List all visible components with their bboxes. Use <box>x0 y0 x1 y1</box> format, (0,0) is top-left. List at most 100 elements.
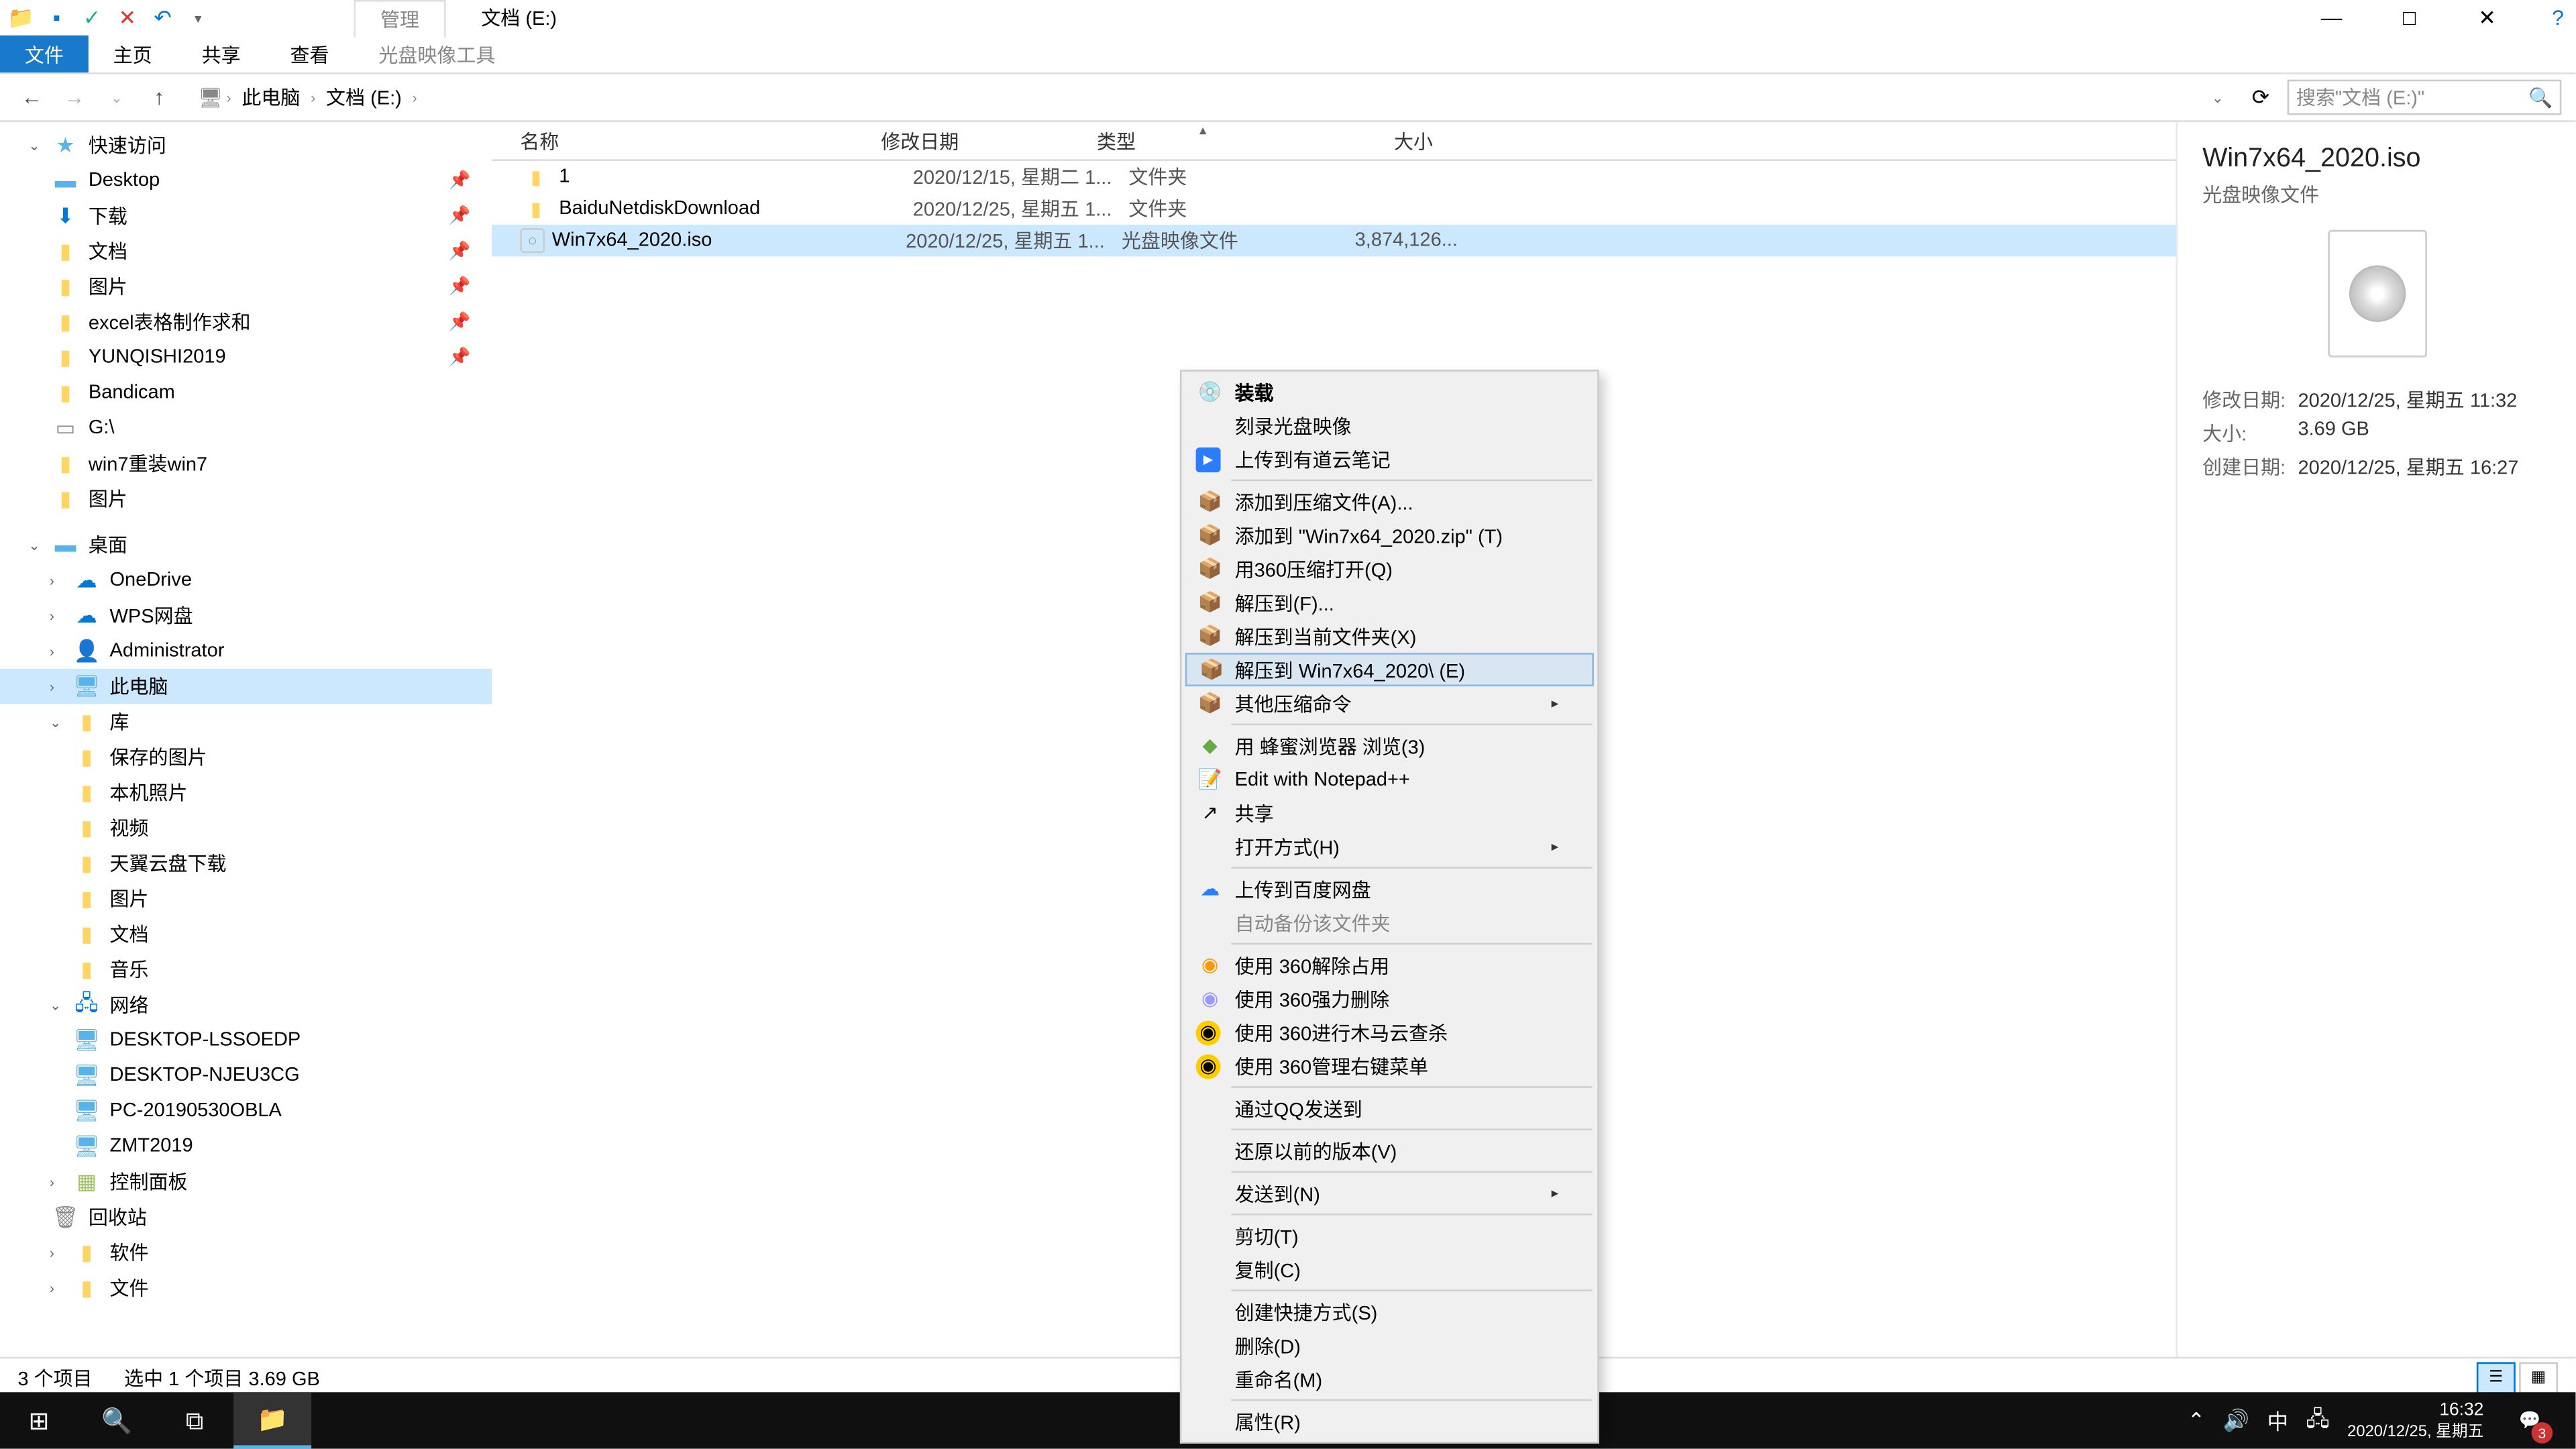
nav-pictures2[interactable]: ▮图片 <box>0 481 492 517</box>
ctx-360-delete[interactable]: ◉使用 360强力删除 <box>1185 982 1594 1016</box>
clock[interactable]: 16:32 2020/12/25, 星期五 <box>2347 1400 2483 1440</box>
search-icon[interactable]: 🔍 <box>2528 86 2553 109</box>
column-type[interactable]: 类型 <box>1097 127 1291 155</box>
column-name[interactable]: 名称 <box>492 127 881 155</box>
address-dropdown-icon[interactable]: ⌄ <box>2201 89 2234 105</box>
ctx-restore-prev[interactable]: 还原以前的版本(V) <box>1185 1134 1594 1167</box>
help-button[interactable]: ? <box>2540 0 2576 36</box>
ctx-youdao[interactable]: ▸上传到有道云笔记 <box>1185 442 1594 476</box>
nav-yunqishi[interactable]: ▮YUNQISHI2019📌 <box>0 339 492 375</box>
file-row-selected[interactable]: ○ Win7x64_2020.iso 2020/12/25, 星期五 1... … <box>492 225 2176 256</box>
nav-library[interactable]: ⌄▮库 <box>0 704 492 740</box>
file-row[interactable]: ▮ BaiduNetdiskDownload 2020/12/25, 星期五 1… <box>492 193 2176 224</box>
explorer-taskbar-button[interactable]: 📁 <box>233 1392 311 1448</box>
ctx-properties[interactable]: 属性(R) <box>1185 1405 1594 1438</box>
tab-view[interactable]: 查看 <box>266 36 354 72</box>
nav-desktop-group[interactable]: ⌄▬桌面 <box>0 527 492 563</box>
ctx-burn[interactable]: 刻录光盘映像 <box>1185 409 1594 442</box>
thumbnail-view-button[interactable]: ▦ <box>2519 1361 2558 1393</box>
breadcrumb-location[interactable]: 文档 (E:) <box>319 80 409 115</box>
close-button[interactable]: ✕ <box>2449 0 2526 36</box>
details-view-button[interactable]: ☰ <box>2477 1361 2516 1393</box>
maximize-button[interactable]: □ <box>2371 0 2449 36</box>
ctx-create-shortcut[interactable]: 创建快捷方式(S) <box>1185 1295 1594 1328</box>
network-icon[interactable]: 🖧 <box>2306 1402 2329 1439</box>
ctx-add-zip[interactable]: 📦添加到 "Win7x64_2020.zip" (T) <box>1185 519 1594 552</box>
tab-share[interactable]: 共享 <box>177 36 266 72</box>
tray-overflow-icon[interactable]: ⌃ <box>2188 1408 2206 1433</box>
nav-pc1[interactable]: 🖥DESKTOP-LSSOEDP <box>0 1022 492 1058</box>
nav-quick-access[interactable]: ⌄★快速访问 <box>0 127 492 163</box>
tab-file[interactable]: 文件 <box>0 36 89 72</box>
ctx-cut[interactable]: 剪切(T) <box>1185 1219 1594 1252</box>
ctx-notepad[interactable]: 📝Edit with Notepad++ <box>1185 763 1594 796</box>
back-button[interactable]: ← <box>14 80 50 115</box>
breadcrumb-pc[interactable]: 此电脑 <box>235 80 307 115</box>
nav-network[interactable]: ⌄🖧网络 <box>0 987 492 1022</box>
ctx-open-with[interactable]: 打开方式(H)▸ <box>1185 830 1594 863</box>
column-size[interactable]: 大小 <box>1291 127 1433 155</box>
nav-saved-pics[interactable]: ▮保存的图片 <box>0 739 492 775</box>
ctx-open-360zip[interactable]: 📦用360压缩打开(Q) <box>1185 552 1594 586</box>
nav-onedrive[interactable]: ›☁OneDrive <box>0 563 492 598</box>
nav-recycle[interactable]: 🗑回收站 <box>0 1199 492 1235</box>
nav-pictures3[interactable]: ▮图片 <box>0 881 492 916</box>
action-center-button[interactable]: 💬 3 <box>2502 1392 2558 1448</box>
nav-pictures[interactable]: ▮图片📌 <box>0 269 492 305</box>
search-input[interactable]: 搜索"文档 (E:)" 🔍 <box>2288 80 2562 115</box>
nav-pc3[interactable]: 🖥PC-20190530OBLA <box>0 1093 492 1129</box>
check-icon[interactable]: ✓ <box>78 3 106 32</box>
nav-win7reinstall[interactable]: ▮win7重装win7 <box>0 446 492 482</box>
undo-icon[interactable]: ↶ <box>149 3 177 32</box>
nav-downloads[interactable]: ⬇下载📌 <box>0 198 492 233</box>
ctx-rename[interactable]: 重命名(M) <box>1185 1362 1594 1395</box>
dropdown-icon[interactable]: ▾ <box>184 3 212 32</box>
ctx-mount[interactable]: 💿装载 <box>1185 375 1594 409</box>
refresh-button[interactable]: ⟳ <box>2241 85 2280 110</box>
breadcrumb[interactable]: 🖥 › 此电脑 › 文档 (E:) › <box>184 80 2194 115</box>
nav-bandicam[interactable]: ▮Bandicam <box>0 375 492 411</box>
nav-g-drive[interactable]: ▭G:\ <box>0 411 492 446</box>
task-view-button[interactable]: ⧉ <box>156 1392 233 1448</box>
tab-disc-tools[interactable]: 光盘映像工具 <box>354 36 520 72</box>
nav-local-pics[interactable]: ▮本机照片 <box>0 775 492 810</box>
tab-home[interactable]: 主页 <box>89 36 177 72</box>
ctx-qq-send[interactable]: 通过QQ发送到 <box>1185 1091 1594 1125</box>
ctx-360-trojan[interactable]: ◉使用 360进行木马云查杀 <box>1185 1016 1594 1049</box>
nav-software[interactable]: ›▮软件 <box>0 1235 492 1271</box>
ctx-extract-here[interactable]: 📦解压到当前文件夹(X) <box>1185 619 1594 653</box>
nav-documents2[interactable]: ▮文档 <box>0 916 492 952</box>
nav-pc2[interactable]: 🖥DESKTOP-NJEU3CG <box>0 1058 492 1093</box>
ctx-extract-to[interactable]: 📦解压到(F)... <box>1185 586 1594 619</box>
ctx-360-menu[interactable]: ◉使用 360管理右键菜单 <box>1185 1049 1594 1083</box>
nav-control-panel[interactable]: ›▦控制面板 <box>0 1164 492 1199</box>
ctx-share[interactable]: ↗共享 <box>1185 796 1594 830</box>
nav-admin[interactable]: ›👤Administrator <box>0 633 492 669</box>
up-button[interactable]: ↑ <box>142 80 177 115</box>
ctx-send-to[interactable]: 发送到(N)▸ <box>1185 1177 1594 1210</box>
forward-button[interactable]: → <box>56 80 92 115</box>
ctx-other-compress[interactable]: 📦其他压缩命令▸ <box>1185 686 1594 720</box>
nav-music[interactable]: ▮音乐 <box>0 952 492 987</box>
ctx-upload-baidu[interactable]: ☁上传到百度网盘 <box>1185 872 1594 906</box>
contextual-tab-manage[interactable]: 管理 <box>354 0 445 36</box>
volume-icon[interactable]: 🔊 <box>2223 1408 2249 1433</box>
nav-wps[interactable]: ›☁WPS网盘 <box>0 598 492 633</box>
save-icon[interactable]: ▪ <box>42 3 70 32</box>
column-headers[interactable]: ▴ 名称 修改日期 类型 大小 <box>492 122 2176 161</box>
nav-pc4[interactable]: 🖥ZMT2019 <box>0 1128 492 1164</box>
nav-tianyi[interactable]: ▮天翼云盘下载 <box>0 845 492 881</box>
nav-videos[interactable]: ▮视频 <box>0 810 492 846</box>
minimize-button[interactable]: — <box>2293 0 2371 36</box>
ime-icon[interactable]: 中 <box>2267 1405 2288 1436</box>
delete-icon[interactable]: ✕ <box>113 3 142 32</box>
ctx-delete[interactable]: 删除(D) <box>1185 1328 1594 1362</box>
column-date[interactable]: 修改日期 <box>881 127 1097 155</box>
nav-documents[interactable]: ▮文档📌 <box>0 233 492 269</box>
nav-files[interactable]: ›▮文件 <box>0 1270 492 1305</box>
nav-excel[interactable]: ▮excel表格制作求和📌 <box>0 305 492 340</box>
nav-this-pc[interactable]: ›🖥此电脑 <box>0 669 492 704</box>
ctx-extract-named[interactable]: 📦解压到 Win7x64_2020\ (E) <box>1185 653 1594 686</box>
ctx-bee-browser[interactable]: ◆用 蜂蜜浏览器 浏览(3) <box>1185 729 1594 762</box>
nav-desktop[interactable]: ▬Desktop📌 <box>0 163 492 199</box>
